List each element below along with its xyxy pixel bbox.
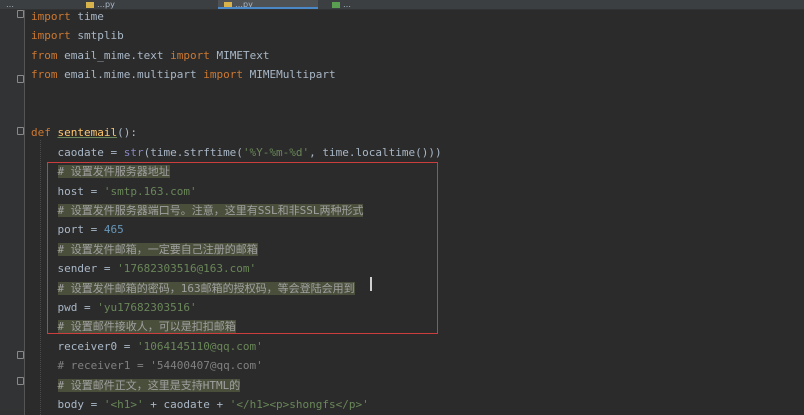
fold-marker-icon[interactable]	[17, 377, 24, 385]
code-token: email_mime.text	[57, 48, 171, 62]
code-line[interactable]: # 设置发件服务器端口号。注意，这里有SSL和非SSL两种形式	[31, 203, 364, 219]
code-token: # 设置发件邮箱，一定要自己注册的邮箱	[57, 242, 258, 256]
text-cursor	[370, 277, 372, 291]
code-line[interactable]: # receiver1 = '54400407@qq.com'	[31, 358, 263, 374]
code-token: import	[31, 29, 71, 43]
code-line[interactable]: # 设置发件邮箱的密码，163邮箱的授权码，等会登陆会用到	[31, 281, 355, 297]
code-token: # 设置发件服务器端口号。注意，这里有SSL和非SSL两种形式	[57, 204, 364, 217]
code-token: sender =	[31, 262, 118, 276]
editor-tab-active[interactable]: …py	[218, 0, 318, 9]
editor-tab[interactable]: …	[326, 0, 398, 9]
code-editor[interactable]: import time import smtplib from email_mime…	[31, 9, 804, 415]
code-line[interactable]: sender = '17682303516@163.com'	[31, 261, 256, 277]
code-line[interactable]: import smtplib	[31, 28, 124, 44]
code-token: str	[123, 145, 144, 159]
code-token: body =	[31, 398, 104, 411]
code-token: ():	[117, 126, 137, 140]
code-token: receiver0 =	[31, 339, 137, 353]
tab-label: …py	[97, 0, 115, 9]
code-token: '%Y-%m-%d'	[242, 145, 310, 159]
editor-tab[interactable]: …	[0, 0, 72, 9]
code-token: import	[31, 10, 71, 23]
code-token: sentemail	[57, 126, 118, 140]
python-file-icon	[224, 1, 232, 7]
code-token: # 设置发件服务器地址	[57, 165, 170, 179]
code-token: port =	[31, 223, 104, 237]
editor-gutter	[0, 10, 25, 415]
code-line[interactable]: from email.mime.multipart import MIMEMul…	[31, 67, 336, 83]
fold-marker-icon[interactable]	[17, 10, 24, 18]
code-token: def	[31, 126, 51, 140]
code-token: MIMEMultipart	[242, 68, 336, 82]
code-line[interactable]: port = 465	[31, 222, 124, 238]
code-token: 465	[103, 223, 124, 237]
code-token: import	[203, 68, 243, 82]
code-token: email.mime.multipart	[57, 68, 204, 82]
tab-label: …py	[235, 0, 253, 9]
code-token: smtplib	[70, 29, 124, 43]
code-token: # 设置邮件正文，这里是支持HTML的	[57, 378, 241, 392]
code-token: '1064145110@qq.com'	[136, 339, 263, 353]
code-token: + caodate +	[143, 398, 230, 411]
code-token: import	[170, 48, 210, 62]
code-line[interactable]: pwd = 'yu17682303516'	[31, 300, 197, 316]
fold-marker-icon[interactable]	[17, 75, 24, 83]
code-line[interactable]: import time	[31, 9, 104, 25]
code-line[interactable]: # 设置邮件接收人，可以是扣扣邮箱	[31, 319, 236, 335]
tab-label: …	[343, 0, 351, 9]
code-token: caodate =	[31, 145, 124, 159]
code-token: , time.localtime()))	[309, 145, 442, 159]
code-line[interactable]: body = '<h1>' + caodate + '</h1><p>shong…	[31, 397, 369, 413]
code-token: (time.strftime(	[143, 145, 243, 159]
code-token: MIMEText	[209, 48, 270, 62]
file-icon	[332, 1, 340, 8]
code-token: '</h1><p>shongfs</p>'	[229, 398, 369, 411]
code-token: from	[31, 68, 58, 82]
fold-marker-icon[interactable]	[17, 351, 24, 359]
code-token: '17682303516@163.com'	[117, 262, 257, 276]
tab-label: …	[6, 0, 14, 9]
code-token: from	[31, 48, 58, 62]
code-token: host =	[31, 184, 104, 198]
code-token: # receiver1 = '54400407@qq.com'	[57, 359, 263, 373]
code-token: # 设置邮件接收人，可以是扣扣邮箱	[57, 320, 236, 334]
code-token: time	[70, 10, 104, 23]
code-line[interactable]: host = 'smtp.163.com'	[31, 184, 197, 200]
code-token: pwd =	[31, 301, 98, 314]
code-line[interactable]: from email_mime.text import MIMEText	[31, 48, 269, 64]
code-line[interactable]: def sentemail():	[31, 125, 137, 141]
editor-tab[interactable]: …py	[80, 0, 220, 9]
code-token: 'yu17682303516'	[97, 301, 197, 314]
code-line[interactable]: caodate = str(time.strftime('%Y-%m-%d', …	[31, 145, 442, 161]
code-line[interactable]: # 设置发件服务器地址	[31, 164, 170, 180]
fold-marker-icon[interactable]	[17, 127, 24, 135]
code-line[interactable]: receiver0 = '1064145110@qq.com'	[31, 339, 263, 355]
code-token: 'smtp.163.com'	[103, 184, 197, 198]
code-token: # 设置发件邮箱的密码，163邮箱的授权码，等会登陆会用到	[57, 281, 355, 295]
code-line[interactable]: # 设置发件邮箱，一定要自己注册的邮箱	[31, 242, 258, 258]
code-line[interactable]: # 设置邮件正文，这里是支持HTML的	[31, 378, 241, 394]
python-file-icon	[86, 1, 94, 8]
code-token: '<h1>'	[103, 398, 144, 411]
